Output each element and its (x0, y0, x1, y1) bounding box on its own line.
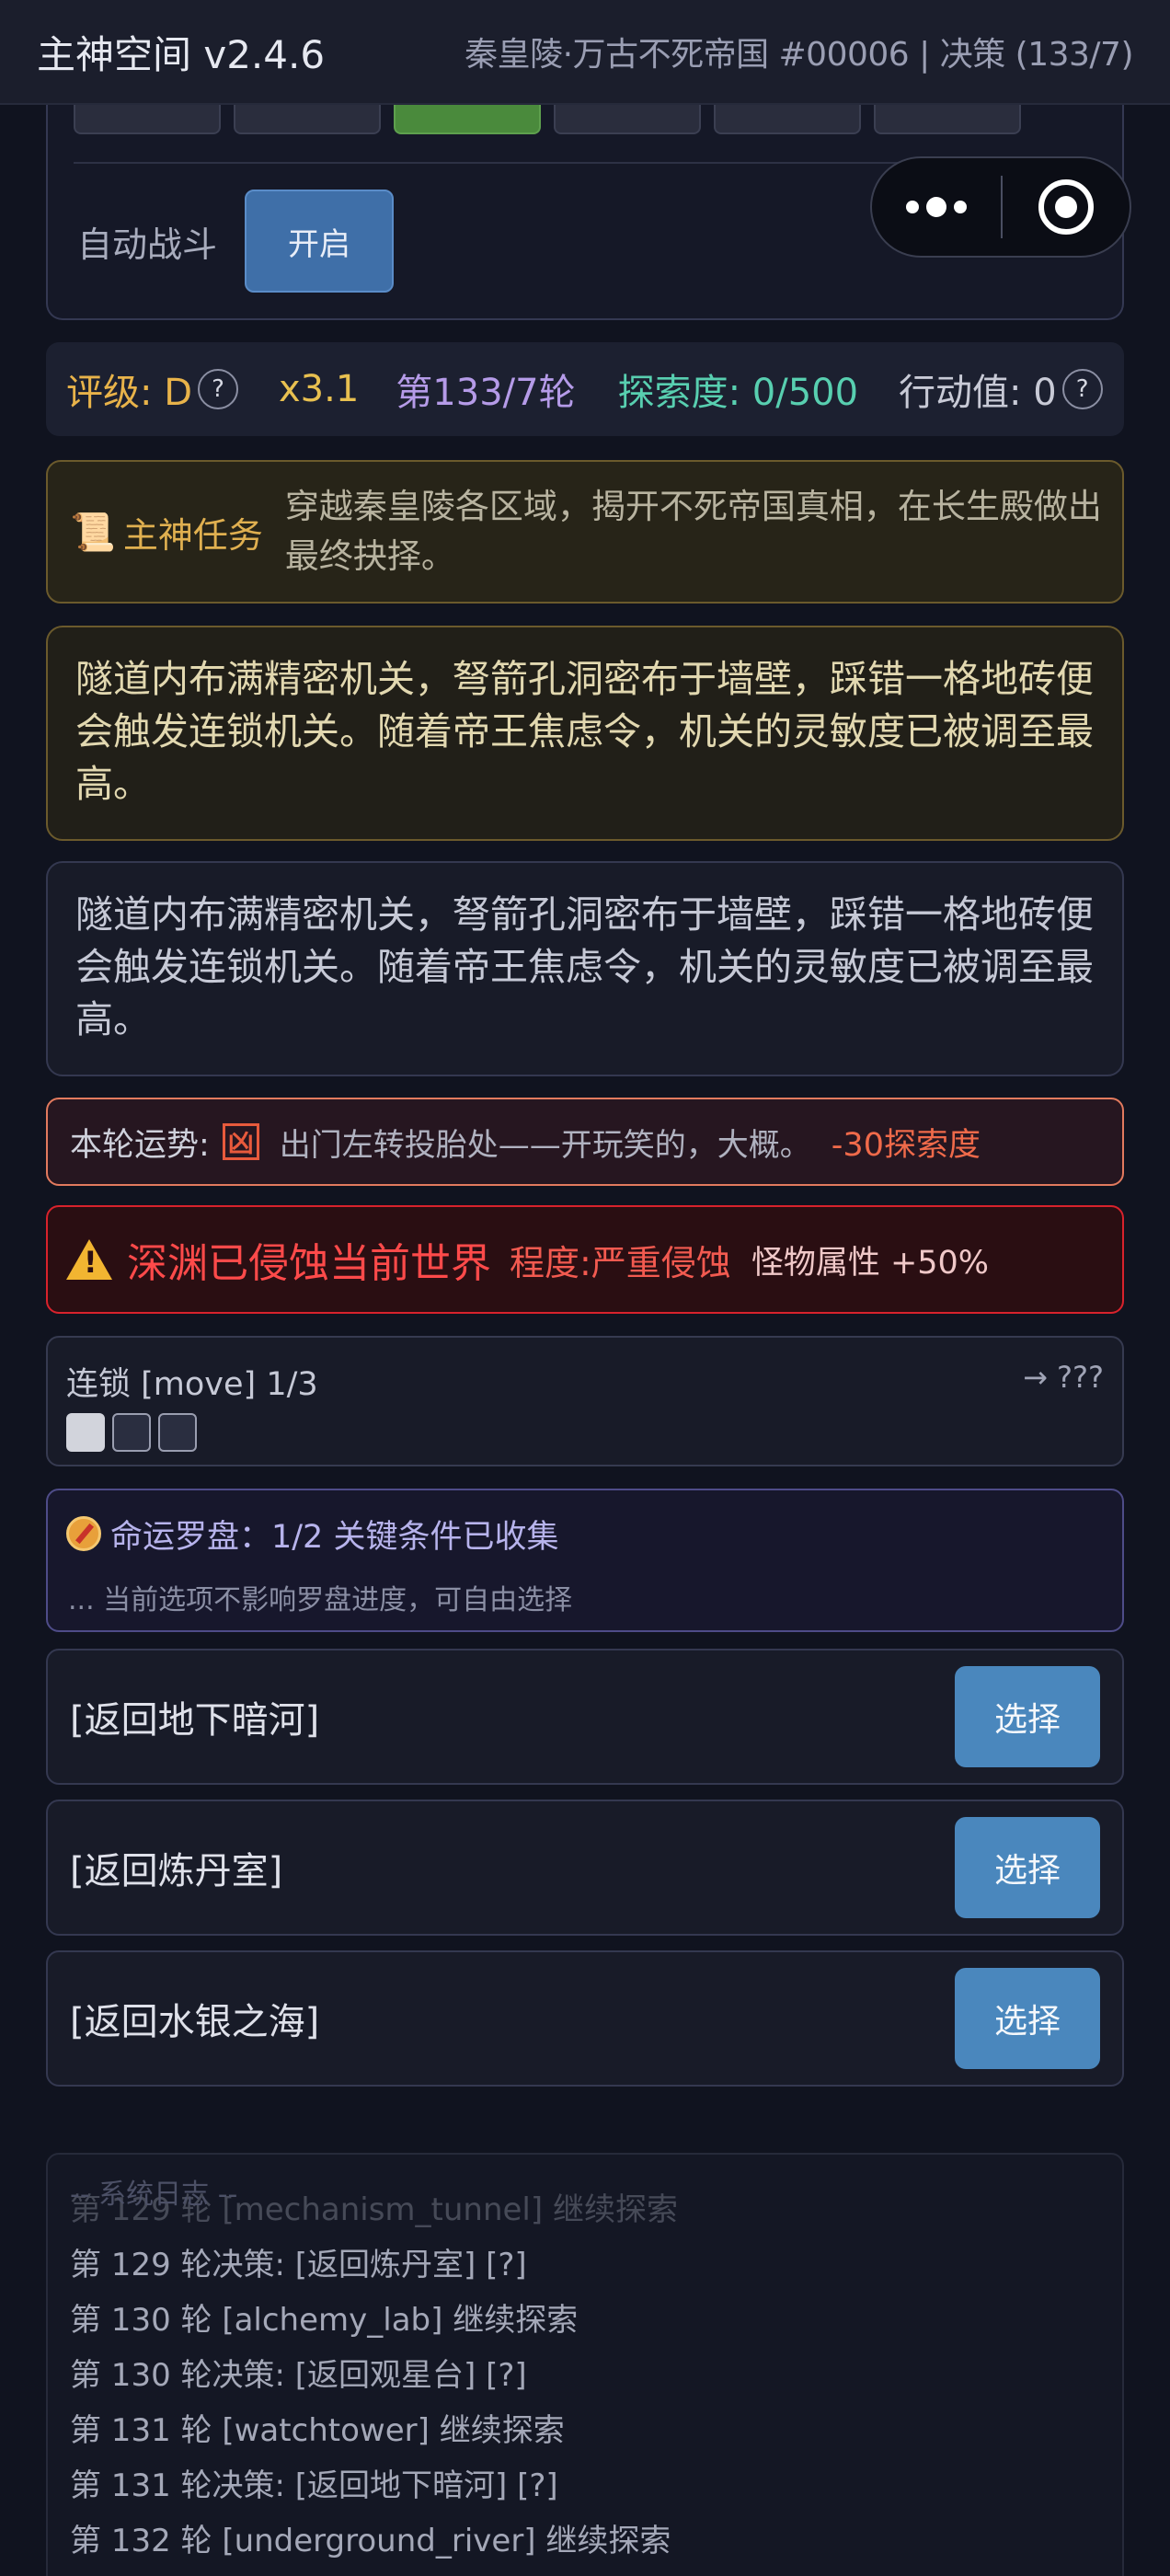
main-task: 📜 主神任务 穿越秦皇陵各区域，揭开不死帝国真相，在长生殿做出最终抉择。 (46, 460, 1124, 604)
world-subtitle: 秦皇陵·万古不死帝国 #00006 | 决策 (133/7) (465, 36, 1133, 74)
chain-progress (66, 1413, 197, 1452)
fate-compass: 命运罗盘：1/2 关键条件已收集 ... 当前选项不影响罗盘进度，可自由选择 (46, 1489, 1124, 1632)
scroll-icon: 📜 (70, 511, 116, 554)
warning-icon (66, 1239, 112, 1280)
auto-battle-label: 自动战斗 (77, 224, 218, 265)
compass-icon (66, 1516, 101, 1551)
multiplier: x3.1 (279, 368, 360, 410)
action-points-value: 行动值: 0 (899, 372, 1057, 414)
fortune-effect: -30探索度 (831, 1126, 981, 1164)
choice-underground-river: [返回地下暗河] 选择 (46, 1649, 1124, 1785)
chain-label: 连锁 [move] 1/3 (66, 1366, 318, 1403)
log-line: 第 130 轮 [alchemy_lab] 继续探索 (70, 2302, 579, 2339)
action-help-icon[interactable]: ? (1061, 369, 1103, 409)
app-header: 主神空间 v2.4.6 秦皇陵·万古不死帝国 #00006 | 决策 (133/… (0, 0, 1170, 105)
choice-select-button[interactable]: 选择 (955, 1666, 1100, 1767)
close-miniprogram-button[interactable] (1003, 158, 1130, 256)
combo-chain: 连锁 [move] 1/3 → ??? (46, 1336, 1124, 1466)
task-label: 主神任务 (122, 514, 263, 556)
log-lines: 第 129 轮 [mechanism_tunnel] 继续探索 第 129 轮决… (70, 2182, 1100, 2569)
log-line: 第 130 轮决策: [返回观星台] [?] (70, 2357, 527, 2394)
round-counter: 第133/7轮 (396, 372, 576, 414)
more-dots-icon (954, 201, 967, 213)
log-line: 第 132 轮 [underground_river] 继续探索 (70, 2523, 671, 2559)
fortune-sign-icon: 凶 (222, 1123, 259, 1160)
auto-battle-button[interactable]: 开启 (245, 190, 394, 293)
abyss-title: 深渊已侵蚀当前世界 (127, 1240, 491, 1287)
choice-mercury-sea: [返回水银之海] 选择 (46, 1950, 1124, 2087)
rating: 评级: D ? (66, 362, 238, 416)
more-dots-icon (926, 197, 946, 217)
log-line: 第 131 轮 [watchtower] 继续探索 (70, 2412, 565, 2449)
rating-value: 评级: D (66, 372, 192, 414)
app-title: 主神空间 v2.4.6 (37, 31, 326, 77)
fortune-text: 出门左转投胎处——开玩笑的，大概。 (279, 1126, 811, 1164)
chain-step (158, 1413, 197, 1452)
compass-title: 命运罗盘：1/2 关键条件已收集 (110, 1519, 559, 1556)
action-points: 行动值: 0 ? (899, 362, 1103, 416)
choice-label: [返回地下暗河] (70, 1699, 320, 1742)
explore-progress: 探索度: 0/500 (617, 372, 859, 414)
choice-label: [返回水银之海] (70, 2001, 320, 2043)
choice-alchemy-room: [返回炼丹室] 选择 (46, 1800, 1124, 1936)
status-bar: 评级: D ? x3.1 第133/7轮 探索度: 0/500 行动值: 0 ? (46, 342, 1124, 436)
round-fortune: 本轮运势: 凶 出门左转投胎处——开玩笑的，大概。 -30探索度 (46, 1098, 1124, 1186)
abyss-effect: 怪物属性 +50% (751, 1244, 990, 1282)
compass-note: ... 当前选项不影响罗盘进度，可自由选择 (68, 1584, 573, 1616)
log-line: 第 131 轮决策: [返回地下暗河] [?] (70, 2467, 558, 2504)
system-log[interactable]: -- 系统日志 -- 第 129 轮 [mechanism_tunnel] 继续… (46, 2153, 1124, 2576)
target-icon (1038, 179, 1094, 235)
choice-select-button[interactable]: 选择 (955, 1968, 1100, 2069)
abyss-level: 程度:严重侵蚀 (510, 1242, 731, 1283)
miniprogram-capsule (870, 156, 1131, 258)
fortune-label: 本轮运势: (70, 1126, 210, 1164)
log-line: 第 129 轮决策: [返回炼丹室] [?] (70, 2247, 527, 2283)
task-description: 穿越秦皇陵各区域，揭开不死帝国真相，在长生殿做出最终抉择。 (284, 487, 1102, 576)
log-title: -- 系统日志 -- (70, 2179, 238, 2211)
narrative-secondary: 隧道内布满精密机关，弩箭孔洞密布于墙壁，踩错一格地砖便会触发连锁机关。随着帝王焦… (46, 861, 1124, 1076)
chain-next: → ??? (1023, 1360, 1104, 1395)
rating-help-icon[interactable]: ? (198, 369, 238, 409)
more-menu-button[interactable] (872, 158, 1001, 256)
choice-select-button[interactable]: 选择 (955, 1817, 1100, 1918)
chain-step (66, 1413, 105, 1452)
narrative-primary: 隧道内布满精密机关，弩箭孔洞密布于墙壁，踩错一格地砖便会触发连锁机关。随着帝王焦… (46, 626, 1124, 841)
abyss-warning: 深渊已侵蚀当前世界 程度:严重侵蚀 怪物属性 +50% (46, 1205, 1124, 1314)
more-dots-icon (906, 201, 919, 213)
chain-step (112, 1413, 151, 1452)
choice-label: [返回炼丹室] (70, 1850, 283, 1892)
